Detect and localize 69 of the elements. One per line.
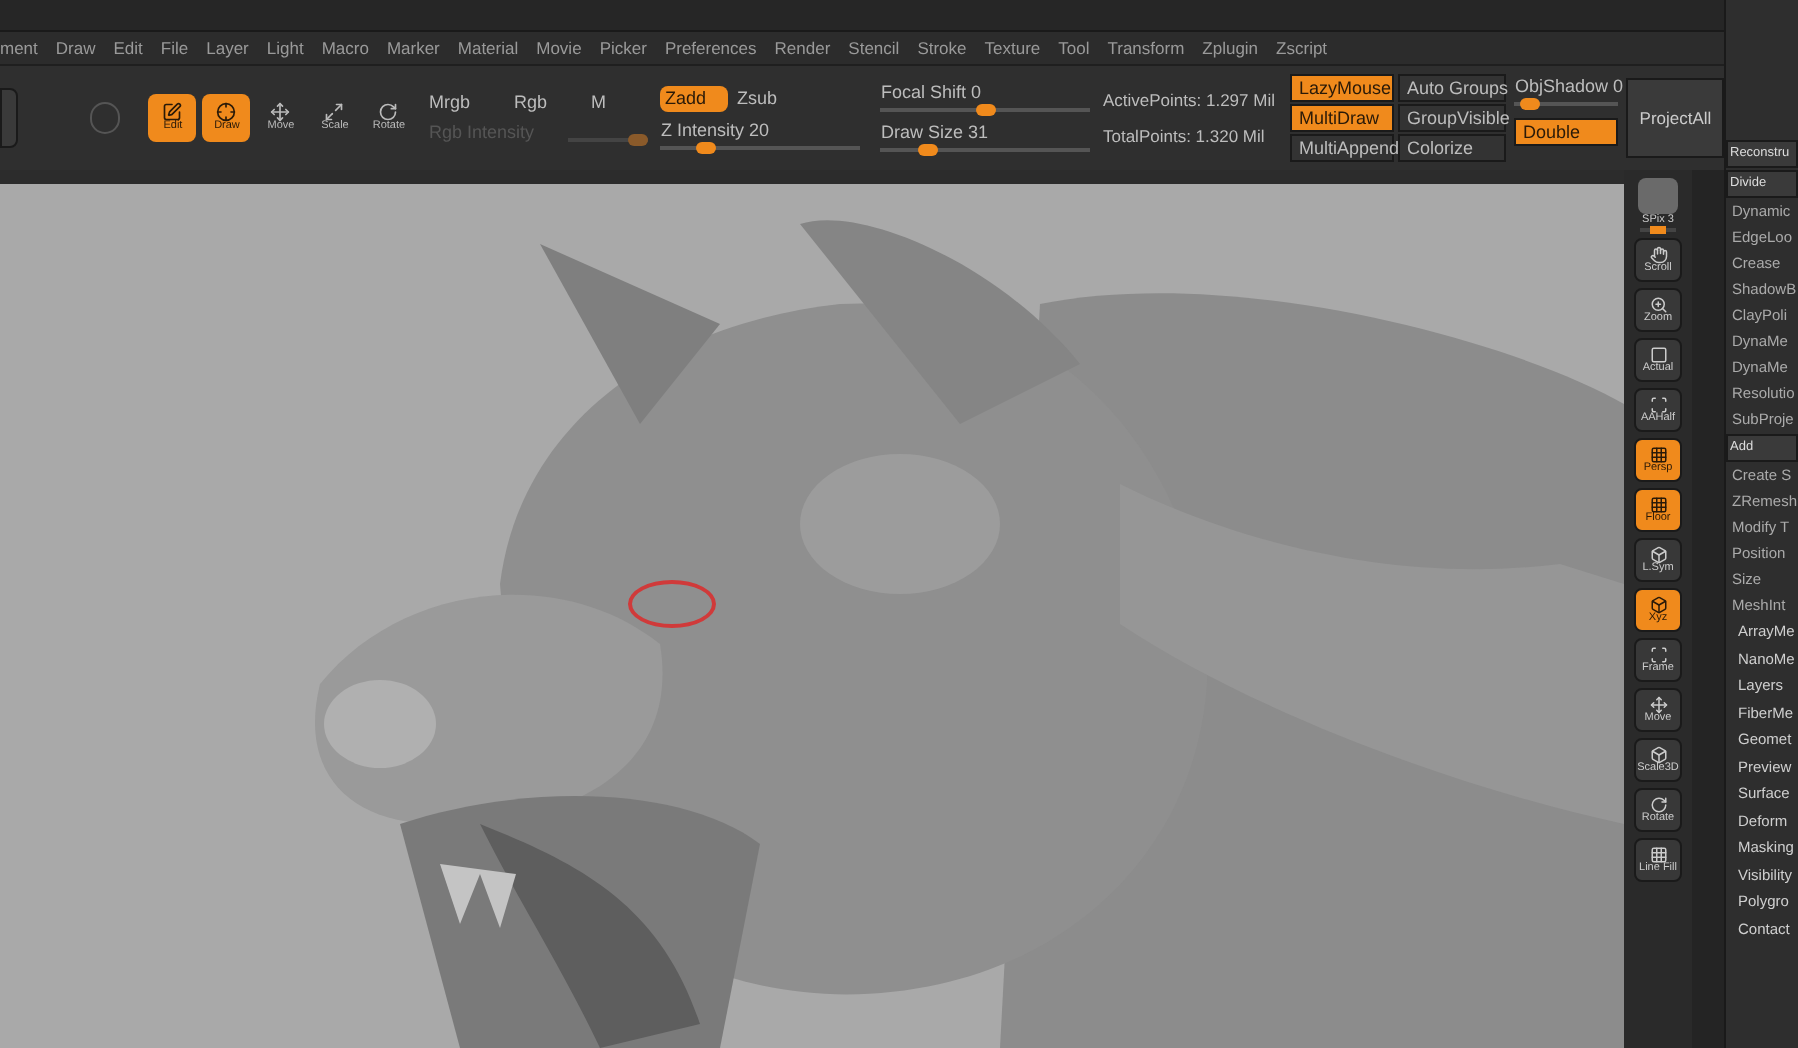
points-stat: TotalPoints: 1.320 Mil [1102,128,1267,146]
slider-thumb[interactable] [975,104,996,117]
slider-thumb[interactable] [1519,98,1540,111]
menu-item[interactable]: Preferences [664,35,757,61]
color-mode-button[interactable]: Rgb [514,94,548,113]
z-mode-button[interactable]: Zadd [660,86,729,113]
menu-item[interactable]: Stroke [917,35,967,61]
menu-item[interactable]: Transform [1107,35,1185,61]
z-mode-button[interactable]: Zsub [732,86,801,113]
toggle-button[interactable]: Double [1514,118,1619,147]
menu-item[interactable]: Zplugin [1202,35,1259,61]
menu-item[interactable]: File [160,35,189,61]
crosshair-icon [216,102,237,123]
box-icon [1649,746,1667,765]
toggle-button[interactable]: LazyMouse [1290,74,1395,103]
slider-label: Focal Shift 0 [880,84,984,103]
menu-item[interactable]: Render [774,35,831,61]
color-mode-button[interactable]: Mrgb [428,94,470,113]
project-all-button[interactable]: ProjectAll [1626,78,1724,159]
zoom-icon [1649,296,1667,315]
rotate-icon [1649,796,1667,815]
toggle-button[interactable]: MultiAppend [1290,134,1395,163]
hand-icon [1649,246,1667,265]
menu-item[interactable]: Movie [536,35,582,61]
slider-track[interactable] [880,148,1091,153]
menu-item[interactable]: Stencil [848,35,900,61]
toggle-button[interactable]: GroupVisible [1398,104,1507,133]
toggle-button[interactable]: MultiDraw [1290,104,1395,133]
menu-item[interactable]: Material [457,35,519,61]
rotate-icon [378,102,399,123]
menu-item[interactable]: Tool [1058,35,1090,61]
color-mode-button[interactable]: M [591,94,607,113]
slider-thumb[interactable] [627,134,648,147]
brush-cursor-icon [628,579,716,628]
menu-item[interactable]: Edit [113,35,143,61]
slider-label: ObjShadow 0 [1514,78,1619,97]
points-stat: ActivePoints: 1.297 Mil [1102,91,1275,109]
menu-item[interactable]: Zscript [1276,35,1328,61]
scan-icon [1649,646,1667,665]
menu-item[interactable]: Picker [599,35,647,61]
toggle-button[interactable]: Auto Groups [1398,74,1507,103]
menu-item[interactable]: Layer [206,35,249,61]
slider-track[interactable] [1514,102,1619,107]
slider-thumb[interactable] [918,144,939,157]
menu-item[interactable]: Texture [984,35,1041,61]
grid-icon [1649,496,1667,515]
move-icon [1649,696,1667,715]
grid-icon [1649,846,1667,865]
menu-item[interactable]: Marker [386,35,440,61]
slider-thumb[interactable] [1650,226,1666,235]
menu-item[interactable]: Light [266,35,304,61]
slider-track[interactable] [880,108,1091,113]
menu-item[interactable]: Draw [55,35,96,61]
square-pen-icon [162,102,183,123]
expand-icon [324,102,345,123]
slider-track[interactable] [660,146,861,151]
box-icon [1649,546,1667,565]
square-icon [1649,346,1667,365]
box-icon [1649,596,1667,615]
slider-label: Z Intensity 20 [660,122,772,141]
grid-icon [1649,446,1667,465]
move-icon [270,102,291,123]
menu-item[interactable]: ment [0,35,38,61]
slider-track[interactable] [1640,228,1676,233]
slider-label: Draw Size 31 [880,124,991,143]
toggle-button[interactable]: Colorize [1398,134,1507,163]
menu-item[interactable]: Macro [321,35,369,61]
slider-thumb[interactable] [696,142,717,155]
scan-icon [1649,396,1667,415]
